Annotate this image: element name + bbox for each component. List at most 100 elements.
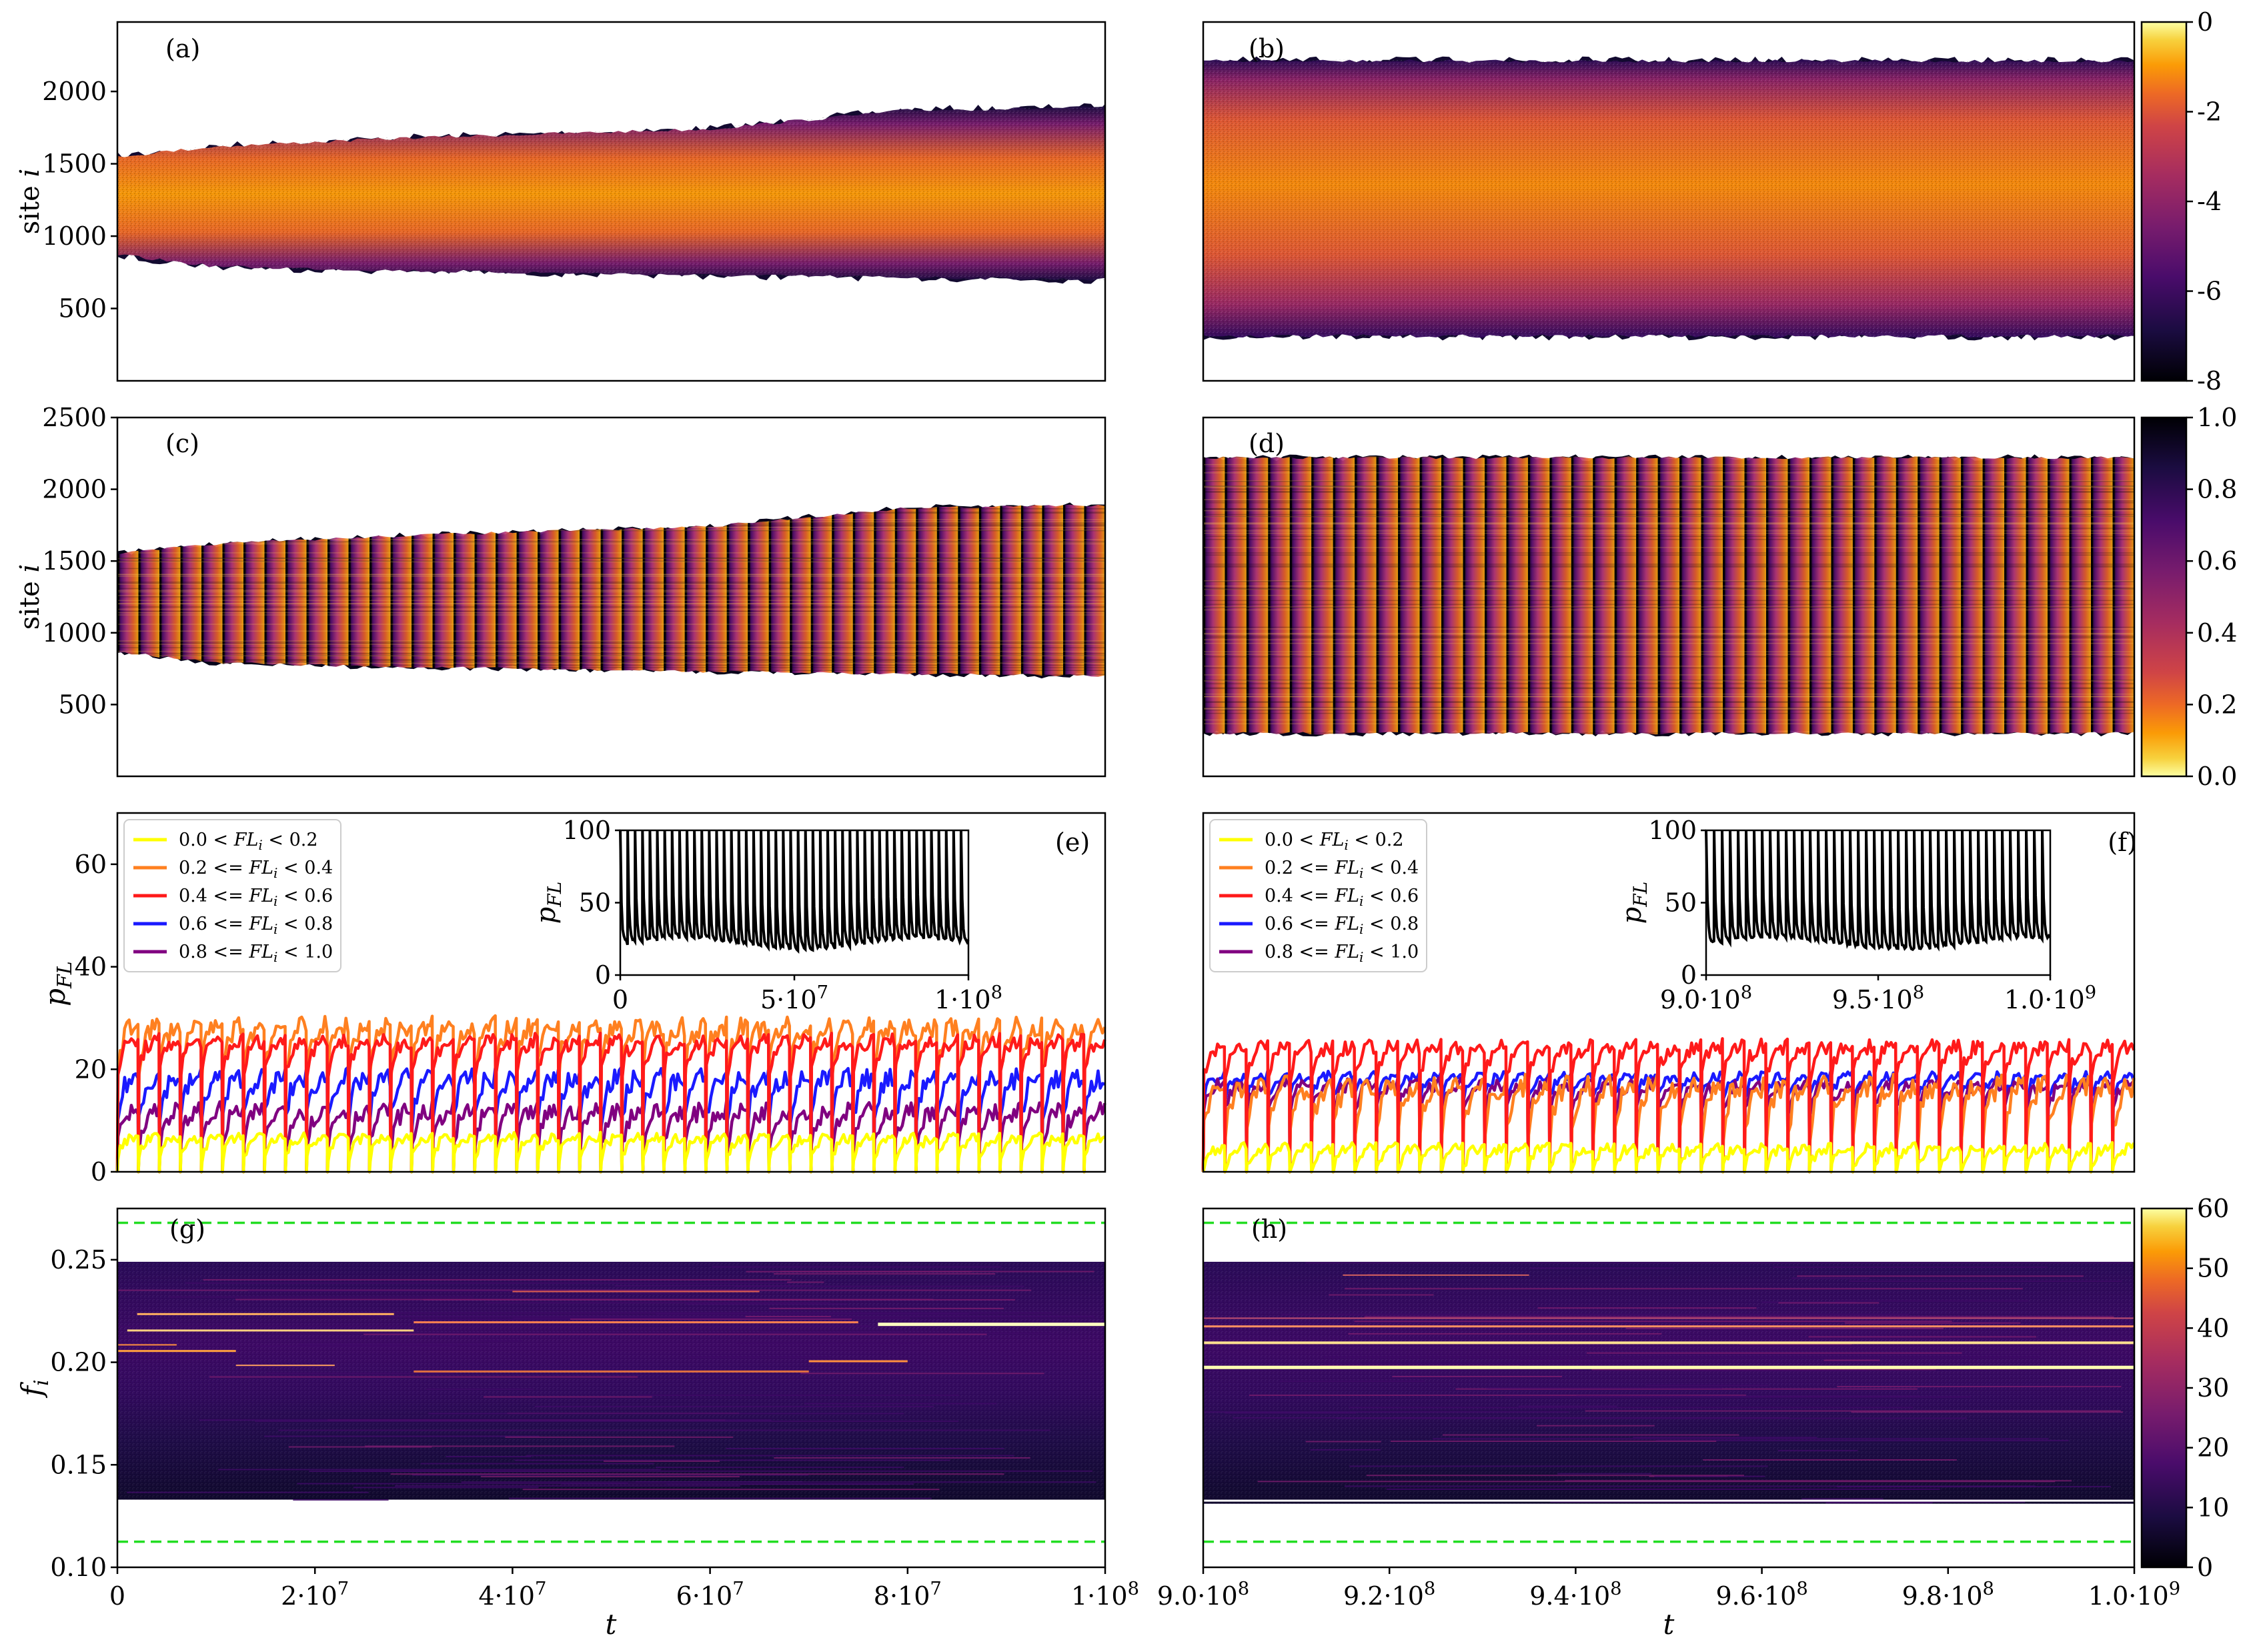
- site-line: [117, 522, 1105, 524]
- stripe: [1874, 456, 1896, 735]
- freq-faint-line: [394, 1485, 740, 1487]
- site-line: [1203, 439, 2134, 440]
- stripe: [1918, 456, 1940, 735]
- site-line: [117, 473, 1105, 474]
- freq-faint-line: [1823, 1359, 1880, 1361]
- site-line: [1203, 771, 2134, 772]
- x-tick-label: 6·107: [676, 1579, 744, 1611]
- freq-faint-line: [780, 1271, 1094, 1273]
- inset-y-tick-label: 100: [562, 816, 611, 845]
- site-line: [117, 727, 1105, 728]
- y-tick-label: 0.25: [50, 1245, 107, 1275]
- site-line: [1203, 754, 2134, 756]
- site-line: [1203, 708, 2134, 709]
- freq-faint-line: [353, 1487, 539, 1489]
- freq-faint-line: [420, 1463, 654, 1465]
- site-line: [117, 630, 1105, 632]
- panel-g: (g) 0.25 0.20 0.15 0.10 0 2·107 4·107 6·107 8·1…: [15, 1207, 1139, 1641]
- xlabel-g: t: [606, 1608, 617, 1641]
- site-line: [1203, 706, 2134, 708]
- site-line: [117, 430, 1105, 432]
- freq-bright-line: [1203, 1365, 2134, 1369]
- plot-area-g: [117, 1221, 1105, 1543]
- freq-faint-line: [1504, 1396, 1972, 1398]
- freq-faint-line: [1281, 1314, 1909, 1316]
- colorbar-tick-label: 0.0: [2197, 762, 2237, 791]
- site-line: [117, 432, 1105, 433]
- freq-bright-line: [137, 1313, 394, 1315]
- site-line: [1203, 444, 2134, 445]
- site-line: [117, 558, 1105, 559]
- colorbar-tick-label: 40: [2197, 1313, 2229, 1343]
- stripe: [1463, 456, 1485, 735]
- freq-faint-line: [1808, 1336, 2037, 1338]
- freq-bright-line: [878, 1323, 1105, 1327]
- site-line: [117, 484, 1105, 485]
- site-line: [117, 521, 1105, 523]
- site-line: [117, 743, 1105, 744]
- inset-y-tick-label: 50: [579, 888, 611, 918]
- site-line: [117, 464, 1105, 465]
- freq-faint-line: [1585, 1410, 2121, 1412]
- freq-faint-line: [1625, 1328, 1944, 1330]
- site-line: [117, 727, 1105, 728]
- plot-area-a: [117, 103, 1105, 284]
- stripe-seam: [1896, 456, 1898, 735]
- stripe-seam: [1918, 456, 1920, 735]
- freq-faint-line: [1390, 1441, 1717, 1443]
- freq-faint-line: [1586, 1352, 1962, 1354]
- panel-c: (c) 2500 2000 1500 1000 500 site i: [15, 403, 1106, 778]
- freq-faint-line: [278, 1429, 1050, 1431]
- stripe-seam: [1982, 456, 1985, 735]
- inset-y-tick-label: 50: [1665, 888, 1697, 918]
- y-tick-label: 2500: [42, 403, 107, 432]
- site-line: [1203, 764, 2134, 766]
- site-line: [117, 659, 1105, 660]
- site-line: [1203, 746, 2134, 748]
- legend-entry-label: 0.6 <= FLi < 0.8: [1265, 914, 1419, 937]
- site-line: [1203, 486, 2134, 488]
- site-line: [1203, 554, 2134, 556]
- series-line-1: [115, 1130, 1106, 1174]
- site-line: [1203, 639, 2134, 641]
- stripe-seam: [1766, 456, 1769, 735]
- site-line: [1203, 438, 2134, 440]
- site-line: [117, 590, 1105, 592]
- site-line: [1203, 499, 2134, 501]
- y-tick-label: 20: [75, 1054, 107, 1084]
- site-line: [117, 662, 1105, 664]
- site-line: [117, 752, 1105, 753]
- site-line: [1203, 588, 2134, 590]
- ylabel-c: site i: [15, 564, 45, 630]
- freq-bright-line: [414, 1321, 858, 1324]
- colorbar-tick-label: -2: [2197, 97, 2222, 127]
- x-tick-label: 9.2·108: [1343, 1579, 1435, 1611]
- freq-texture-h: [1203, 1261, 2134, 1504]
- freq-faint-line: [426, 1388, 534, 1390]
- colorbar-b-ticks: 0 -2 -4 -6 -8: [2186, 7, 2222, 395]
- stripe: [1636, 456, 1658, 735]
- stripe-seam: [1723, 456, 1725, 735]
- colorbar-tick-label: 0.6: [2197, 546, 2237, 576]
- colorbar-d: 1.0 0.8 0.6 0.4 0.2 0.0: [2140, 403, 2237, 791]
- site-line: [1203, 637, 2134, 638]
- site-line: [1203, 683, 2134, 684]
- freq-faint-line: [1633, 1437, 1817, 1439]
- site-line: [117, 582, 1105, 583]
- y-tick-label: 0.10: [50, 1553, 107, 1582]
- site-line: [1203, 427, 2134, 428]
- freq-faint-line: [390, 1473, 1004, 1475]
- freq-faint-line: [235, 1299, 934, 1301]
- panel-b: (b) 0 -2 -4 -6 -8: [1202, 7, 2222, 395]
- legend-entry-label: 0.4 <= FLi < 0.6: [179, 886, 333, 909]
- ylabel-e: pFL: [39, 961, 77, 1006]
- stripe: [1852, 456, 1875, 735]
- freq-faint-line: [1310, 1449, 1381, 1451]
- site-line: [117, 455, 1105, 456]
- colorbar-tick-label: 0.2: [2197, 690, 2237, 719]
- freq-faint-line: [514, 1459, 950, 1461]
- legend-entry-label: 0.8 <= FLi < 1.0: [1265, 942, 1419, 965]
- freq-faint-line: [185, 1282, 792, 1284]
- site-line: [1203, 516, 2134, 518]
- freq-faint-line: [264, 1435, 540, 1437]
